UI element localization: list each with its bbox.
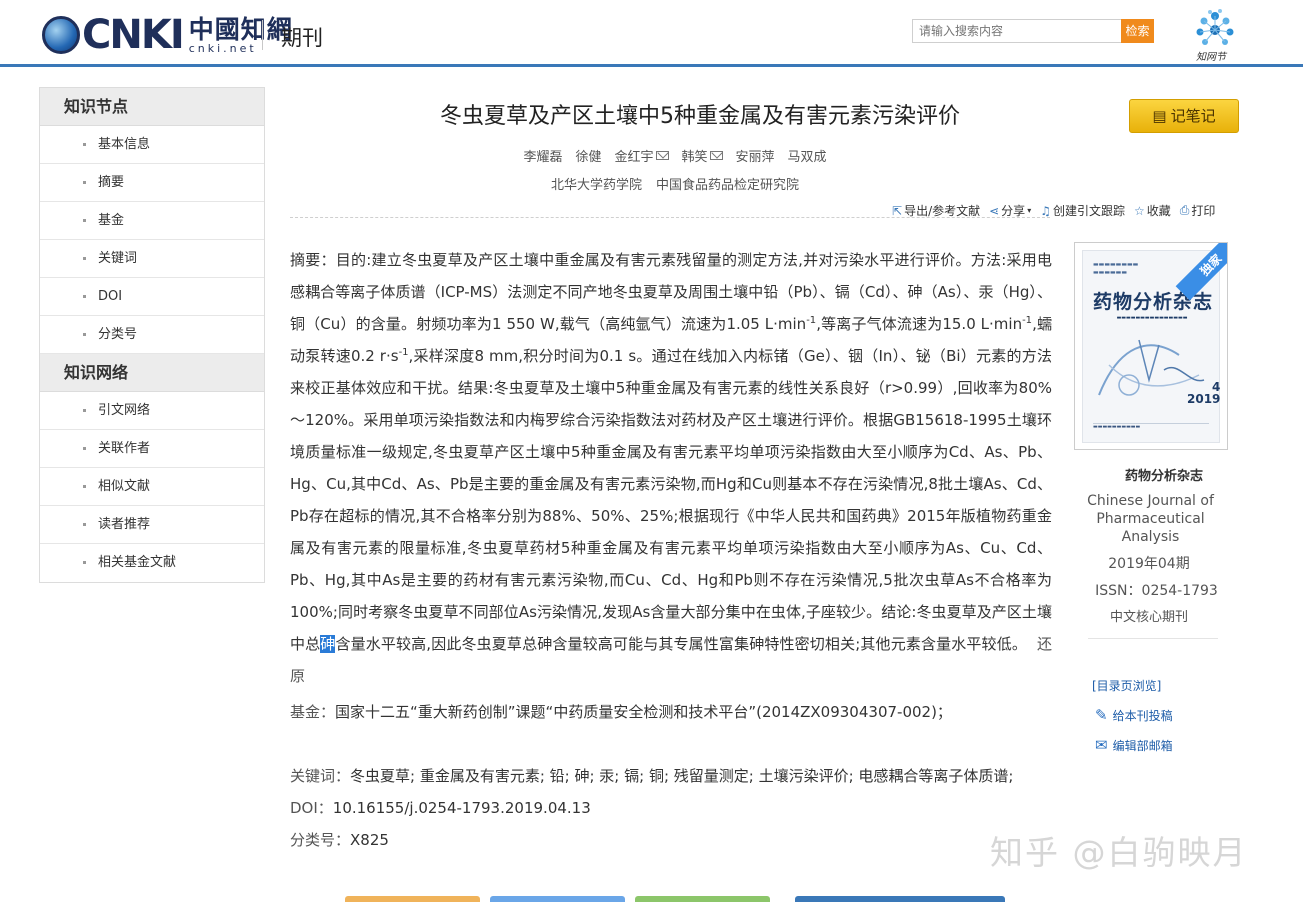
search-button[interactable]: 检索 [1121,19,1154,43]
zhiwangjie-label: 知网节 [1196,52,1226,63]
affiliation-list: 北华大学药学院 中国食品药品检定研究院 [290,174,1060,193]
logo-url-text: cnki.net [188,41,257,55]
journal-english-name: Chinese Journal of Pharmaceutical Analys… [1087,493,1214,545]
share-icon: ⋖ [989,203,1000,218]
journal-cover[interactable]: ▬▬▬▬▬▬▬▬ ▬▬▬▬▬▬ 药物分析杂志 ▬▬▬▬▬▬▬▬▬▬▬▬▬▬▬ 42… [1074,242,1228,450]
submit-manuscript-link[interactable]: ✎ 给本刊投稿 [1095,706,1173,724]
author-link[interactable]: 李耀磊 [523,146,562,165]
sidebar-item-fund-docs[interactable]: 相关基金文献 [40,544,264,582]
pen-icon: ✎ [1095,706,1108,724]
print-button[interactable]: ⎙ 打印 [1180,202,1216,219]
sidebar-group-title: 知识节点 [40,88,264,126]
globe-icon [42,16,80,54]
fund-line: 基金：国家十二五“重大新药创制”课题“中药质量安全检测和技术平台”(2014ZX… [290,703,952,721]
classification-value: X825 [350,831,389,849]
sidebar-item-related-authors[interactable]: 关联作者 [40,430,264,468]
divider [1088,638,1218,639]
sidebar-item-fund[interactable]: 基金 [40,202,264,240]
section-title[interactable]: 期刊 [281,22,323,52]
sidebar-item-keywords[interactable]: 关键词 [40,240,264,278]
journal-name-link[interactable]: 药物分析杂志 [1074,465,1254,484]
classification-line: 分类号：X825 [290,831,389,849]
editorial-email-link[interactable]: ✉ 编辑部邮箱 [1095,736,1173,754]
cover-issue: 4 2019 [1187,380,1221,406]
selected-text: 砷 [320,635,336,653]
fund-link[interactable]: 国家十二五“重大新药创制”课题“中药质量安全检测和技术平台”(2014ZX093… [335,703,952,721]
sidebar-item-basic-info[interactable]: 基本信息 [40,126,264,164]
bottom-button-partial[interactable] [795,896,1005,902]
author-link[interactable]: 马双成 [788,146,827,165]
header-underline [0,64,1303,67]
knowledge-sidebar: 知识节点 基本信息 摘要 基金 关键词 DOI 分类号 知识网络 引文网络 关联… [39,87,265,583]
abstract-label: 摘要： [290,251,336,269]
header-divider [262,20,263,50]
notebook-icon: ▤ [1152,107,1167,125]
search-input[interactable] [912,19,1122,43]
affiliation-link[interactable]: 中国食品药品检定研究院 [656,174,799,193]
sidebar-item-classification[interactable]: 分类号 [40,316,264,354]
logo-text: CNKI [82,12,185,58]
citation-track-button[interactable]: ♫ 创建引文跟踪 [1040,202,1125,219]
bottom-button-partial[interactable] [345,896,480,902]
bottom-button-partial[interactable] [635,896,770,902]
doi-line: DOI：10.16155/j.0254-1793.2019.04.13 [290,799,591,817]
sidebar-group-title: 知识网络 [40,354,264,392]
author-link[interactable]: 韩笑 [682,146,723,165]
affiliation-link[interactable]: 北华大学药学院 [551,174,642,193]
abstract-text: 摘要：目的:建立冬虫夏草及产区土壤中重金属及有害元素残留量的测定方法,并对污染水… [290,251,1052,685]
bell-icon: ♫ [1040,203,1051,218]
author-list: 李耀磊 徐健 金红宇 韩笑 安丽萍 马双成 [290,146,1060,165]
star-icon: ☆ [1133,203,1145,218]
cover-header-art: ▬▬▬▬▬▬▬▬ ▬▬▬▬▬▬ [1093,261,1139,276]
author-link[interactable]: 安丽萍 [736,146,775,165]
sidebar-item-similar-docs[interactable]: 相似文献 [40,468,264,506]
journal-issn: ISSN：0254-1793 [1095,583,1218,599]
sidebar-item-reader-recommend[interactable]: 读者推荐 [40,506,264,544]
cover-footer-art: ▬▬▬▬▬▬▬▬▬▬ [1093,423,1209,437]
cover-en-title-art: ▬▬▬▬▬▬▬▬▬▬▬▬▬▬▬ [1116,315,1188,321]
keywords-line: 关键词：冬虫夏草; 重金属及有害元素; 铅; 砷; 汞; 镉; 铜; 残留量测定… [290,767,1014,785]
email-icon[interactable] [709,151,723,160]
favorite-button[interactable]: ☆ 收藏 [1134,202,1171,219]
author-link[interactable]: 金红宇 [614,146,669,165]
sidebar-item-doi[interactable]: DOI [40,278,264,316]
doi-value: 10.16155/j.0254-1793.2019.04.13 [332,799,591,817]
keywords-links[interactable]: 冬虫夏草; 重金属及有害元素; 铅; 砷; 汞; 镉; 铜; 残留量测定; 土壤… [350,767,1013,785]
logo-cn-block: 中國知網 cnki.net [189,16,293,55]
article-title: 冬虫夏草及产区土壤中5种重金属及有害元素污染评价 [440,104,960,129]
sidebar-item-abstract[interactable]: 摘要 [40,164,264,202]
take-note-label: 记笔记 [1170,107,1216,125]
author-link[interactable]: 徐健 [575,146,601,165]
site-header: CNKI 中國知網 cnki.net 期刊 检索 知网节 [0,0,1303,67]
cnki-logo[interactable]: CNKI 中國知網 cnki.net [42,12,293,58]
printer-icon: ⎙ [1179,203,1190,217]
zhihu-watermark: 知乎 @白驹映月 [990,833,1248,872]
export-icon: ⇱ [892,203,903,218]
take-note-button[interactable]: ▤ 记笔记 [1129,99,1239,133]
logo-cn-text: 中國知網 [188,14,293,44]
sidebar-item-citation-network[interactable]: 引文网络 [40,392,264,430]
divider [290,217,1050,218]
mail-icon: ✉ [1095,736,1108,754]
toc-browse-link[interactable]: [目录页浏览] [1092,677,1161,694]
bottom-button-partial[interactable] [490,896,625,902]
core-journal-badge: 中文核心期刊 [1109,610,1188,625]
journal-issue-link[interactable]: 2019年04期 [1074,553,1224,573]
email-icon[interactable] [655,151,669,160]
